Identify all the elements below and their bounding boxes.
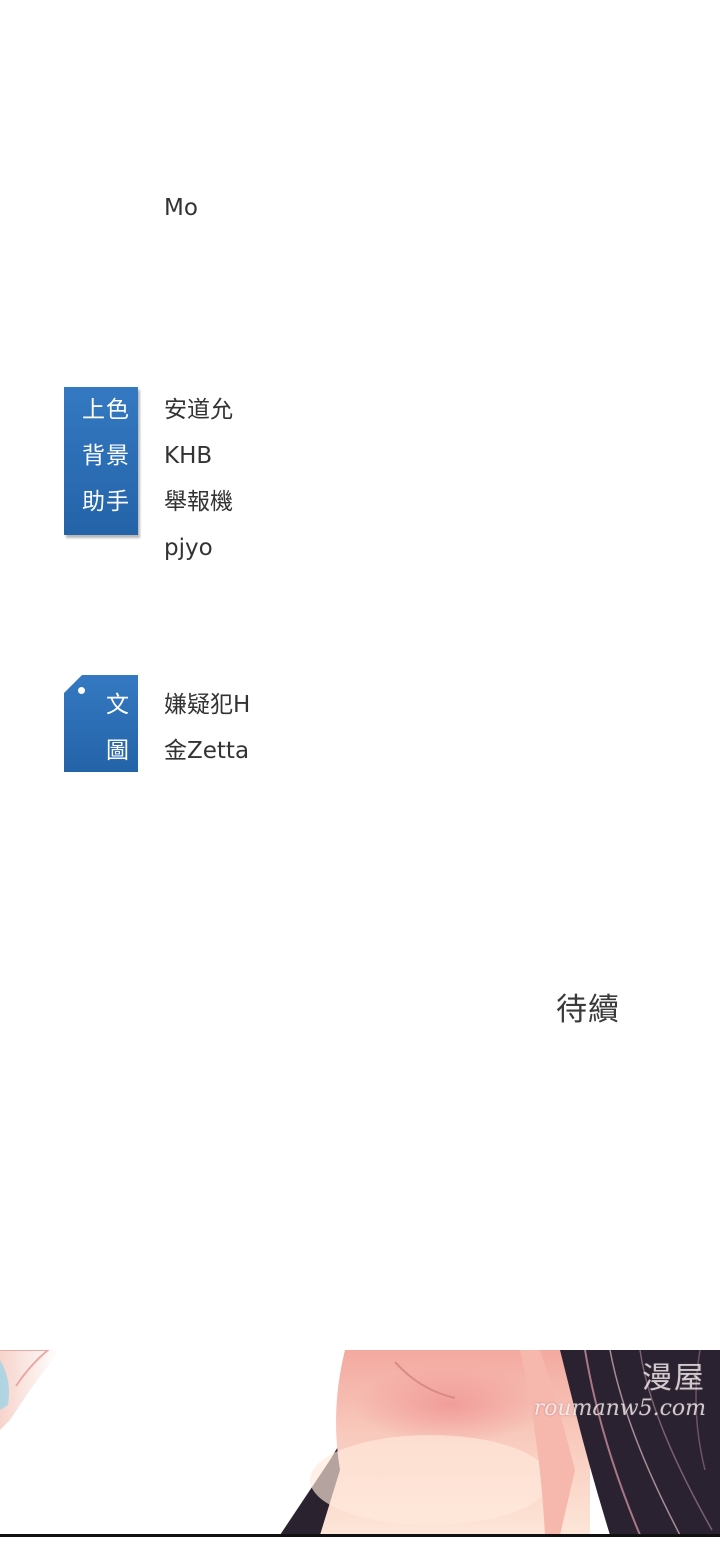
to-be-continued-text: 待續 — [556, 992, 620, 1028]
credit-name-color-4: pjyo — [164, 535, 213, 561]
tag-label-line-3: 助手 — [82, 489, 130, 515]
credit-name-top: Mo — [164, 195, 198, 221]
credit-name-script-1: 嫌疑犯H — [164, 692, 251, 718]
credit-name-color-1: 安道允 — [164, 397, 233, 423]
panel-bottom-border — [0, 1534, 720, 1537]
watermark-url: roumanw5.com — [533, 1396, 706, 1421]
credit-name-color-3: 舉報機 — [164, 489, 233, 515]
credit-tag-script-art: 文 圖 — [64, 675, 138, 772]
credit-tag-color-assistant: 上色 背景 助手 — [64, 387, 138, 535]
credit-name-script-2: 金Zetta — [164, 738, 250, 764]
tag-label-line-1: 文 — [106, 692, 130, 718]
credit-name-color-2: KHB — [164, 443, 213, 469]
tag-label-line-2: 圖 — [106, 738, 130, 764]
circle-dot-icon — [78, 687, 85, 694]
tag-label-line-2: 背景 — [82, 443, 130, 469]
watermark-site-name: 漫屋 — [642, 1361, 706, 1396]
site-watermark: 漫屋 roumanw5.com — [534, 1362, 706, 1422]
tag-label-line-1: 上色 — [82, 397, 130, 423]
